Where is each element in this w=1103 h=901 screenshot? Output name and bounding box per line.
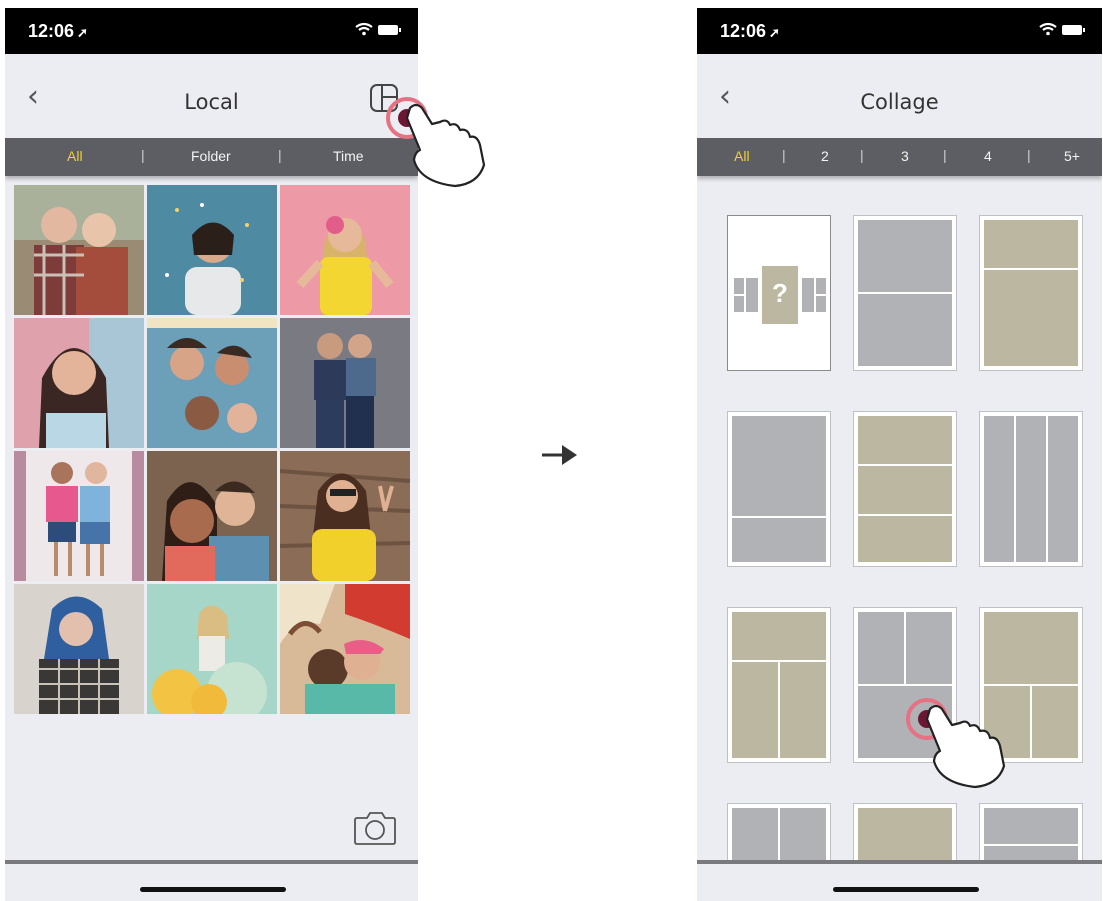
tab-all[interactable]: All bbox=[67, 148, 83, 164]
question-mark: ? bbox=[772, 278, 788, 308]
home-indicator[interactable] bbox=[833, 887, 979, 892]
collage-template[interactable] bbox=[979, 411, 1083, 567]
status-bar: 12:06 ➚ bbox=[5, 8, 418, 54]
status-bar: 12:06 ➚ bbox=[697, 8, 1102, 54]
tab-separator: | bbox=[782, 147, 786, 163]
collage-screen: 12:06 ➚ ‹ Collage All | 2 | 3 | 4 | 5+ ? bbox=[697, 8, 1102, 901]
status-time: 12:06 ➚ bbox=[720, 21, 780, 41]
photo-thumbnail[interactable] bbox=[147, 185, 277, 315]
tab-2[interactable]: 2 bbox=[821, 148, 829, 164]
bottom-divider bbox=[697, 860, 1102, 864]
photo-thumbnail[interactable] bbox=[147, 584, 277, 714]
collage-template-random[interactable]: ? bbox=[727, 215, 831, 371]
tab-5-plus[interactable]: 5+ bbox=[1064, 148, 1080, 164]
photo-thumbnail[interactable] bbox=[14, 185, 144, 315]
local-photos-screen: 12:06 ➚ ‹ Local All | Folder | Time bbox=[5, 8, 418, 901]
collage-template[interactable] bbox=[979, 215, 1083, 371]
tab-3[interactable]: 3 bbox=[901, 148, 909, 164]
status-time: 12:06 ➚ bbox=[28, 21, 88, 41]
camera-button[interactable] bbox=[353, 810, 397, 851]
nav-bar: ‹ Local bbox=[5, 54, 418, 138]
page-title: Local bbox=[184, 90, 239, 114]
photo-thumbnail[interactable] bbox=[14, 318, 144, 448]
tab-time[interactable]: Time bbox=[333, 148, 364, 164]
photo-thumbnail[interactable] bbox=[280, 318, 410, 448]
battery-icon bbox=[1062, 25, 1085, 35]
collage-template[interactable] bbox=[853, 411, 957, 567]
tap-hand-icon bbox=[903, 695, 1013, 800]
tab-separator: | bbox=[1027, 147, 1031, 163]
photo-thumbnail[interactable] bbox=[280, 451, 410, 581]
photo-thumbnail[interactable] bbox=[147, 318, 277, 448]
location-arrow-icon: ➚ bbox=[77, 25, 88, 40]
tab-separator: | bbox=[141, 147, 145, 163]
collage-template[interactable] bbox=[727, 803, 831, 863]
camera-icon bbox=[354, 812, 396, 845]
page-title: Collage bbox=[860, 90, 939, 114]
collage-template[interactable] bbox=[853, 215, 957, 371]
collage-template[interactable] bbox=[727, 411, 831, 567]
tab-folder[interactable]: Folder bbox=[191, 148, 231, 164]
home-indicator[interactable] bbox=[140, 887, 286, 892]
battery-icon bbox=[378, 25, 401, 35]
photo-thumbnail[interactable] bbox=[280, 584, 410, 714]
status-icons bbox=[1006, 22, 1086, 43]
tab-separator: | bbox=[943, 147, 947, 163]
tap-hand-icon bbox=[380, 90, 490, 195]
photo-thumbnail[interactable] bbox=[147, 451, 277, 581]
status-icons bbox=[322, 22, 402, 43]
photo-thumbnail[interactable] bbox=[14, 451, 144, 581]
wifi-icon bbox=[355, 22, 373, 36]
collage-template[interactable] bbox=[727, 607, 831, 763]
bottom-divider bbox=[5, 860, 418, 864]
tab-4[interactable]: 4 bbox=[984, 148, 992, 164]
collage-template[interactable] bbox=[979, 803, 1083, 863]
photo-thumbnail[interactable] bbox=[280, 185, 410, 315]
location-arrow-icon: ➚ bbox=[769, 25, 780, 40]
wifi-icon bbox=[1039, 22, 1057, 36]
nav-bar: ‹ Collage bbox=[697, 54, 1102, 138]
arrow-right-icon bbox=[540, 442, 578, 473]
photo-thumbnail[interactable] bbox=[14, 584, 144, 714]
tab-separator: | bbox=[278, 147, 282, 163]
filter-tabs: All | 2 | 3 | 4 | 5+ bbox=[697, 138, 1102, 176]
collage-template[interactable] bbox=[853, 803, 957, 863]
filter-tabs: All | Folder | Time bbox=[5, 138, 418, 176]
tab-separator: | bbox=[860, 147, 864, 163]
tab-all[interactable]: All bbox=[734, 148, 750, 164]
